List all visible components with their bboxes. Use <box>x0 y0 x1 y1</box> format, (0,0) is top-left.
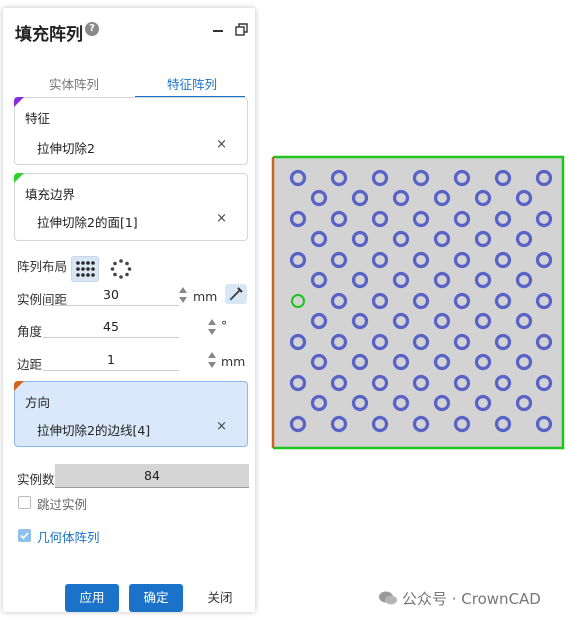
direction-box[interactable]: 方向 拉伸切除2的边线[4] × <box>14 381 248 447</box>
skip-instances-label[interactable]: 跳过实例 <box>37 494 87 513</box>
geometry-pattern-checkbox[interactable] <box>18 529 31 542</box>
model-viewport[interactable] <box>262 148 568 454</box>
features-header: 特征 <box>25 111 51 126</box>
fill-boundary-header: 填充边界 <box>25 187 76 202</box>
geometry-pattern-label[interactable]: 几何体阵列 <box>37 527 100 546</box>
restore-icon[interactable] <box>235 23 248 36</box>
minimize-icon[interactable] <box>213 30 223 32</box>
angle-input[interactable]: 45 <box>43 316 179 338</box>
angle-label: 角度 <box>17 324 43 339</box>
margin-spinner[interactable] <box>208 351 218 371</box>
instance-count-label: 实例数 <box>17 472 55 487</box>
circular-layout-button[interactable] <box>107 256 135 282</box>
grid-layout-button[interactable] <box>71 256 99 282</box>
features-value: 拉伸切除2 <box>37 141 95 156</box>
spacing-input[interactable]: 30 <box>43 284 179 306</box>
angle-unit: ° <box>221 318 228 333</box>
grid-layout-icon <box>76 261 95 277</box>
fill-boundary-value: 拉伸切除2的面[1] <box>37 215 138 230</box>
angle-spinner[interactable] <box>208 318 218 338</box>
watermark-text: 公众号 · CrownCAD <box>402 590 541 608</box>
margin-unit: mm <box>221 354 246 369</box>
margin-input[interactable]: 1 <box>43 349 179 371</box>
features-box[interactable]: 特征 拉伸切除2 × <box>14 97 248 165</box>
fill-boundary-remove-icon[interactable]: × <box>216 211 227 226</box>
spacing-spinner[interactable] <box>179 286 189 306</box>
layout-label: 阵列布局 <box>17 259 68 274</box>
fill-boundary-box[interactable]: 填充边界 拉伸切除2的面[1] × <box>14 173 248 241</box>
spacing-unit: mm <box>193 289 218 304</box>
direction-remove-icon[interactable]: × <box>216 419 227 434</box>
tab-solid-pattern[interactable]: 实体阵列 <box>49 74 99 93</box>
measure-icon <box>229 287 243 301</box>
ok-button[interactable]: 确定 <box>129 584 183 612</box>
features-remove-icon[interactable]: × <box>216 137 227 152</box>
circular-layout-icon <box>110 259 132 279</box>
help-icon[interactable]: ? <box>85 22 99 36</box>
fill-boundary-marker <box>14 173 24 183</box>
check-icon <box>20 532 29 540</box>
direction-value: 拉伸切除2的边线[4] <box>37 423 151 438</box>
features-marker <box>14 97 24 107</box>
direction-header: 方向 <box>25 395 51 410</box>
pattern-type-tabs: 实体阵列 特征阵列 <box>13 66 245 98</box>
apply-button[interactable]: 应用 <box>65 584 119 612</box>
direction-marker <box>14 381 24 391</box>
instance-count-field: 84 <box>55 464 249 488</box>
angle-value: 45 <box>103 319 119 334</box>
instance-count-value: 84 <box>144 468 160 483</box>
measure-button[interactable] <box>225 284 247 304</box>
skip-instances-checkbox[interactable] <box>18 496 31 509</box>
fill-pattern-panel: 填充阵列 ? 实体阵列 特征阵列 特征 拉伸切除2 × 填充边界 拉伸切除2的面… <box>3 8 255 612</box>
spacing-value: 30 <box>103 287 119 302</box>
close-button[interactable]: 关闭 <box>193 584 247 612</box>
margin-value: 1 <box>107 352 115 367</box>
tab-feature-pattern[interactable]: 特征阵列 <box>167 74 217 93</box>
margin-label: 边距 <box>17 357 43 372</box>
panel-title: 填充阵列 <box>15 25 83 45</box>
wechat-icon <box>379 591 397 605</box>
